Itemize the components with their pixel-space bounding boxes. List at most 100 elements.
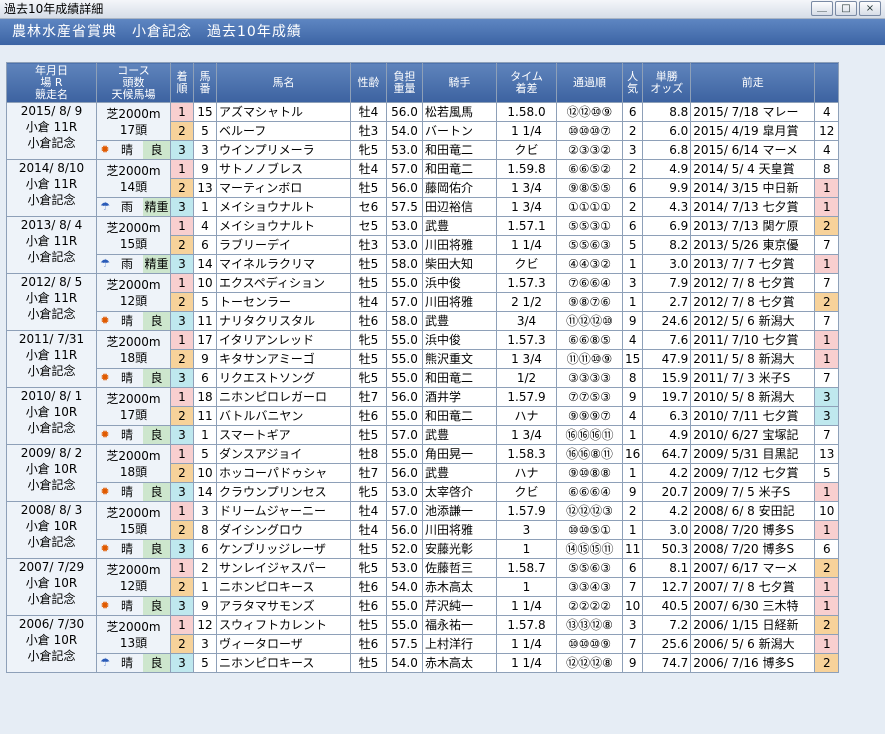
- jockey-name[interactable]: 芹沢純一: [422, 596, 497, 616]
- table-row[interactable]: 2015/ 8/ 9 小倉 11R 小倉記念 芝2000m 17頭 1 15 アズマシャトル牡…: [6, 102, 840, 160]
- horse-name[interactable]: ウインプリメーラ: [216, 140, 351, 160]
- table-row[interactable]: ✹ 晴良 3 11 ナリタクリスタル 牡6 58.0 武豊 3/4 ⑪⑫⑫⑩ 9 24.6 2012/ …: [7, 311, 840, 331]
- jockey-name[interactable]: 酒井学: [422, 387, 497, 407]
- horse-name[interactable]: ダイシングロウ: [216, 520, 351, 540]
- col-pos[interactable]: 着順: [170, 62, 194, 103]
- col-pop[interactable]: 人気: [621, 62, 644, 103]
- jockey-name[interactable]: 池添謙一: [422, 501, 497, 521]
- jockey-name[interactable]: 和田竜二: [422, 159, 497, 179]
- horse-name[interactable]: サンレイジャスパー: [216, 558, 351, 578]
- col-sexage[interactable]: 性齢: [350, 62, 387, 103]
- col-date[interactable]: 年月日場 R 競走名: [6, 62, 97, 103]
- close-button[interactable]: ×: [859, 1, 881, 16]
- horse-name[interactable]: サトノノブレス: [216, 159, 351, 179]
- jockey-name[interactable]: バートン: [422, 121, 497, 141]
- horse-name[interactable]: バトルバニヤン: [216, 406, 351, 426]
- jockey-name[interactable]: 佐藤哲三: [422, 558, 497, 578]
- horse-name[interactable]: ドリームジャーニー: [216, 501, 351, 521]
- horse-name[interactable]: アラタマサモンズ: [216, 596, 351, 616]
- col-odds[interactable]: 単勝 オッズ: [642, 62, 692, 103]
- horse-name[interactable]: クラウンプリンセス: [216, 482, 351, 502]
- table-row[interactable]: ✹ 晴良 3 6 ケンブリッジレーザ 牡5 52.0 安藤光彰 1 ⑭⑮⑮⑪ 11 50.3 2008/…: [7, 539, 840, 559]
- jockey-name[interactable]: 角田晃一: [422, 444, 497, 464]
- jockey-name[interactable]: 和田竜二: [422, 368, 497, 388]
- horse-name[interactable]: アズマシャトル: [216, 102, 351, 122]
- jockey-name[interactable]: 浜中俊: [422, 330, 497, 350]
- jockey-name[interactable]: 田辺裕信: [422, 197, 497, 217]
- horse-name[interactable]: イタリアンレッド: [216, 330, 351, 350]
- table-row[interactable]: ✹ 晴良 3 14 クラウンプリンセス 牝5 53.0 太宰啓介 クビ ⑥⑥⑥④ 9 20.7 2009…: [7, 482, 840, 502]
- col-horse[interactable]: 馬名: [216, 62, 351, 103]
- table-row[interactable]: ✹ 晴良 3 6 リクエストソング 牝5 55.0 和田竜二 1/2 ③③③③ 8 15.9 2011/…: [7, 368, 840, 388]
- jockey-name[interactable]: 上村洋行: [422, 634, 497, 654]
- table-row[interactable]: 2013/ 8/ 4 小倉 11R 小倉記念 芝2000m 15頭 1 4 メイショウナルトセ…: [6, 216, 840, 274]
- jockey-name[interactable]: 川田将雅: [422, 520, 497, 540]
- maximize-button[interactable]: □: [835, 1, 857, 16]
- jockey-name[interactable]: 浜中俊: [422, 273, 497, 293]
- horse-name[interactable]: ニホンピロキース: [216, 577, 351, 597]
- horse-name[interactable]: ヴィータローザ: [216, 634, 351, 654]
- table-row[interactable]: ☂ 雨精重 3 1 メイショウナルト セ6 57.5 田辺裕信 1 3/4 ①①①① 2 4.3 201…: [7, 197, 840, 217]
- col-num[interactable]: 馬番: [193, 62, 217, 103]
- horse-name[interactable]: マーティンボロ: [216, 178, 351, 198]
- jockey-name[interactable]: 福永祐一: [422, 615, 497, 635]
- table-row[interactable]: 2006/ 7/30 小倉 10R 小倉記念 芝2000m 13頭 1 12 スウィフトカレン…: [6, 615, 840, 673]
- minimize-button[interactable]: ＿: [811, 1, 833, 16]
- horse-name[interactable]: マイネルラクリマ: [216, 254, 351, 274]
- jockey-name[interactable]: 赤木高太: [422, 653, 497, 673]
- horse-name[interactable]: エクスペディション: [216, 273, 351, 293]
- horse-name[interactable]: リクエストソング: [216, 368, 351, 388]
- jockey-name[interactable]: 熊沢重文: [422, 349, 497, 369]
- horse-name[interactable]: ラブリーデイ: [216, 235, 351, 255]
- horse-name[interactable]: ダンスアジョイ: [216, 444, 351, 464]
- table-row[interactable]: ✹ 晴良 3 1 スマートギア 牡5 57.0 武豊 1 3/4 ⑯⑯⑯⑪ 1 4.9 2010/ 6/…: [7, 425, 840, 445]
- jockey-name[interactable]: 武豊: [422, 311, 497, 331]
- jockey-name[interactable]: 赤木高太: [422, 577, 497, 597]
- col-jockey[interactable]: 騎手: [422, 62, 497, 103]
- horse-name[interactable]: メイショウナルト: [216, 197, 351, 217]
- col-passing[interactable]: 通過順: [556, 62, 623, 103]
- table-row[interactable]: 2010/ 8/ 1 小倉 10R 小倉記念 芝2000m 17頭 1 18 ニホンピロレガー…: [6, 387, 840, 445]
- table-row[interactable]: 2007/ 7/29 小倉 10R 小倉記念 芝2000m 12頭 1 2 サンレイジャスパー…: [6, 558, 840, 616]
- jockey-name[interactable]: 太宰啓介: [422, 482, 497, 502]
- col-course[interactable]: コース 頭数 天候馬場: [96, 62, 171, 103]
- col-time[interactable]: タイム 着差: [496, 62, 557, 103]
- col-prev[interactable]: 前走: [690, 62, 816, 103]
- table-row[interactable]: ✹ 晴良 3 9 アラタマサモンズ 牡6 55.0 芹沢純一 1 1/4 ②②②② 10 40.5 20…: [7, 596, 840, 616]
- table-row[interactable]: 2008/ 8/ 3 小倉 10R 小倉記念 芝2000m 15頭 1 3 ドリームジャーニー…: [6, 501, 840, 559]
- horse-name[interactable]: ホッコーパドゥシャ: [216, 463, 351, 483]
- jockey-name[interactable]: 川田将雅: [422, 292, 497, 312]
- jockey-name[interactable]: 川田将雅: [422, 235, 497, 255]
- jockey-name[interactable]: 和田竜二: [422, 140, 497, 160]
- horse-name[interactable]: ケンブリッジレーザ: [216, 539, 351, 559]
- jockey-name[interactable]: 和田竜二: [422, 406, 497, 426]
- horse-name[interactable]: トーセンラー: [216, 292, 351, 312]
- table-row[interactable]: ☂ 雨精重 3 14 マイネルラクリマ 牡5 58.0 柴田大知 クビ ④④③② 1 3.0 2013/…: [7, 254, 840, 274]
- horse-name[interactable]: スマートギア: [216, 425, 351, 445]
- horse-name[interactable]: ニホンピロレガーロ: [216, 387, 351, 407]
- jockey-name[interactable]: 武豊: [422, 463, 497, 483]
- table-row[interactable]: ☂ 晴良 3 5 ニホンピロキース 牡5 54.0 赤木高太 1 1/4 ⑫⑫⑫⑧ 9 74.7 200…: [7, 653, 840, 673]
- page-header: 農林水産省賞典 小倉記念 過去10年成績: [0, 19, 885, 45]
- col-weight[interactable]: 負担 重量: [386, 62, 423, 103]
- table-row[interactable]: 2009/ 8/ 2 小倉 10R 小倉記念 芝2000m 18頭 1 5 ダンスアジョイ 牡8…: [6, 444, 840, 502]
- table-row[interactable]: ✹ 晴良 3 3 ウインプリメーラ 牝5 53.0 和田竜二 クビ ②③③② 3 6.8 2015/ 6…: [7, 140, 840, 160]
- horse-name[interactable]: スウィフトカレント: [216, 615, 351, 635]
- jockey-name[interactable]: 柴田大知: [422, 254, 497, 274]
- jockey-name[interactable]: 藤岡佑介: [422, 178, 497, 198]
- jockey-name[interactable]: 武豊: [422, 216, 497, 236]
- jockey-name[interactable]: 安藤光彰: [422, 539, 497, 559]
- horse-name[interactable]: メイショウナルト: [216, 216, 351, 236]
- table-row[interactable]: 2012/ 8/ 5 小倉 11R 小倉記念 芝2000m 12頭 1 10 エクスペディショ…: [6, 273, 840, 331]
- horse-name[interactable]: ベルーフ: [216, 121, 351, 141]
- previous-position: 1: [814, 596, 840, 616]
- horse-name[interactable]: キタサンアミーゴ: [216, 349, 351, 369]
- jockey-name[interactable]: 松若風馬: [422, 102, 497, 122]
- popularity: 11: [621, 539, 644, 559]
- jockey-name[interactable]: 武豊: [422, 425, 497, 445]
- horse-name[interactable]: ナリタクリスタル: [216, 311, 351, 331]
- table-row[interactable]: 2011/ 7/31 小倉 11R 小倉記念 芝2000m 18頭 1 17 イタリアンレッド…: [6, 330, 840, 388]
- table-row[interactable]: 2014/ 8/10 小倉 11R 小倉記念 芝2000m 14頭 1 9 サトノノブレス 牡4…: [6, 159, 840, 217]
- col-prevpos[interactable]: [814, 62, 840, 103]
- horse-name[interactable]: ニホンピロキース: [216, 653, 351, 673]
